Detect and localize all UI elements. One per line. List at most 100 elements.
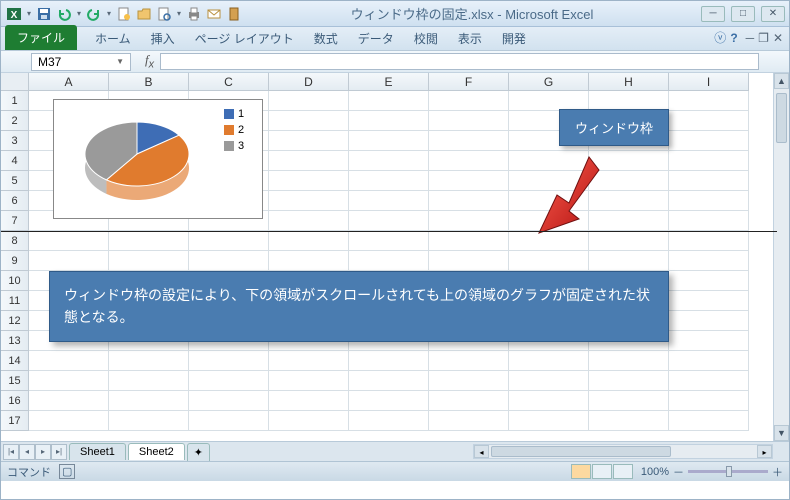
cell[interactable] [109,351,189,371]
cell[interactable] [349,211,429,231]
column-header[interactable]: A [29,73,109,91]
vertical-scrollbar[interactable]: ▲ ▼ [773,73,789,441]
row-header[interactable]: 6 [1,191,29,211]
cell[interactable] [509,411,589,431]
column-header[interactable]: F [429,73,509,91]
cell[interactable] [29,251,109,271]
cell[interactable] [429,91,509,111]
cell[interactable] [189,351,269,371]
row-header[interactable]: 13 [1,331,29,351]
cell[interactable] [429,171,509,191]
column-header[interactable]: G [509,73,589,91]
cell[interactable] [29,231,109,251]
select-all-corner[interactable] [1,73,29,91]
cell[interactable] [269,371,349,391]
child-close-icon[interactable]: ✕ [773,31,783,45]
cell[interactable] [349,251,429,271]
cell[interactable] [349,411,429,431]
tab-page-layout[interactable]: ページ レイアウト [185,27,304,50]
save-icon[interactable] [35,5,53,23]
tab-data[interactable]: データ [348,27,404,50]
horizontal-scrollbar[interactable]: ◂ ▸ [473,444,773,459]
scroll-thumb[interactable] [776,93,787,143]
name-box[interactable]: M37▼ [31,53,131,71]
page-break-view-button[interactable] [613,464,633,479]
cell[interactable] [349,131,429,151]
page-layout-view-button[interactable] [592,464,612,479]
cell[interactable] [669,371,749,391]
row-header[interactable]: 14 [1,351,29,371]
cell[interactable] [109,371,189,391]
print-preview-icon[interactable] [155,5,173,23]
zoom-in-button[interactable]: ＋ [772,464,783,480]
column-header[interactable]: H [589,73,669,91]
cell[interactable] [269,191,349,211]
row-header[interactable]: 8 [1,231,29,251]
open-icon[interactable] [135,5,153,23]
cell[interactable] [349,151,429,171]
column-header[interactable]: I [669,73,749,91]
cell[interactable] [269,231,349,251]
row-header[interactable]: 12 [1,311,29,331]
cell[interactable] [189,411,269,431]
dropdown-icon[interactable]: ▾ [105,9,113,18]
scroll-down-icon[interactable]: ▼ [774,425,789,441]
cell[interactable] [269,211,349,231]
cell[interactable] [269,91,349,111]
next-sheet-button[interactable]: ▸ [35,444,51,460]
quick-print-icon[interactable] [185,5,203,23]
cell[interactable] [109,411,189,431]
cell[interactable] [429,391,509,411]
cell[interactable] [589,91,669,111]
row-header[interactable]: 10 [1,271,29,291]
cell[interactable] [509,351,589,371]
cell[interactable] [429,351,509,371]
cell[interactable] [669,291,749,311]
cell[interactable] [349,111,429,131]
dropdown-icon[interactable]: ▾ [75,9,83,18]
child-restore-icon[interactable]: ❐ [758,31,769,45]
scroll-up-icon[interactable]: ▲ [774,73,789,89]
cell[interactable] [269,171,349,191]
dropdown-icon[interactable]: ▾ [25,9,33,18]
cell[interactable] [29,351,109,371]
cell[interactable] [269,411,349,431]
cell[interactable] [109,391,189,411]
tab-formulas[interactable]: 数式 [304,27,348,50]
cell[interactable] [109,251,189,271]
tool-icon[interactable] [225,5,243,23]
cell[interactable] [349,391,429,411]
row-header[interactable]: 3 [1,131,29,151]
close-button[interactable]: ✕ [761,6,785,22]
cell[interactable] [189,371,269,391]
cell[interactable] [669,211,749,231]
cell[interactable] [429,251,509,271]
help-icon[interactable]: ? [730,31,737,45]
cell[interactable] [349,191,429,211]
macro-record-icon[interactable]: ▢ [59,464,75,479]
cell[interactable] [669,271,749,291]
row-header[interactable]: 15 [1,371,29,391]
cell[interactable] [269,391,349,411]
pie-chart[interactable]: 123 [53,99,263,219]
cell[interactable] [429,411,509,431]
cell[interactable] [669,171,749,191]
cell[interactable] [669,111,749,131]
tab-insert[interactable]: 挿入 [141,27,185,50]
cell[interactable] [669,131,749,151]
tab-developer[interactable]: 開発 [492,27,536,50]
dropdown-icon[interactable]: ▾ [175,9,183,18]
cell[interactable] [189,391,269,411]
row-header[interactable]: 16 [1,391,29,411]
column-header[interactable]: E [349,73,429,91]
tab-view[interactable]: 表示 [448,27,492,50]
cell[interactable] [669,151,749,171]
cell[interactable] [509,251,589,271]
cell[interactable] [669,231,749,251]
cell[interactable] [669,311,749,331]
cell[interactable] [269,351,349,371]
first-sheet-button[interactable]: |◂ [3,444,19,460]
fx-icon[interactable]: fx [139,52,160,71]
cell[interactable] [669,191,749,211]
maximize-button[interactable]: □ [731,6,755,22]
